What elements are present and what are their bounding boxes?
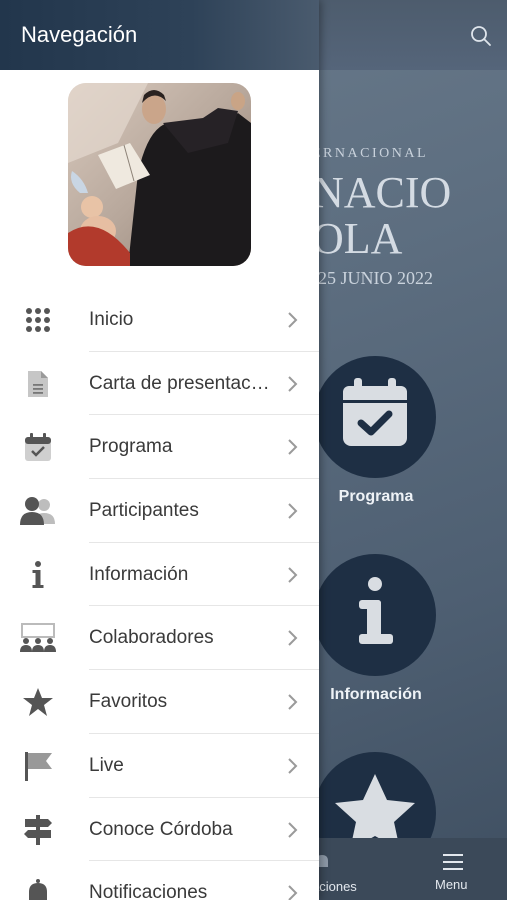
menu-icon[interactable] (442, 852, 464, 872)
drawer-menu: Inicio Carta de presentac… Programa Part… (0, 288, 319, 900)
document-icon (18, 366, 58, 402)
menu-item-conoce-cordoba[interactable]: Conoce Córdoba (0, 798, 319, 862)
tile-programa[interactable] (314, 356, 436, 478)
menu-item-colaboradores[interactable]: Colaboradores (0, 606, 319, 671)
drawer-header: Navegación (0, 0, 319, 70)
chevron-right-icon (288, 630, 298, 647)
chevron-right-icon (288, 758, 298, 774)
menu-item-label: Información (89, 563, 189, 585)
menu-item-carta-de-presentacion[interactable]: Carta de presentac… (0, 352, 319, 416)
flag-icon (18, 748, 58, 784)
event-banner-dates: -25 JUNIO 2022 (312, 268, 433, 288)
saint-portrait-image (68, 83, 251, 266)
navigation-drawer: Navegación Inicio Carta de presentac… Pr… (0, 0, 319, 900)
menu-item-label: Live (89, 754, 124, 776)
grid-icon (18, 302, 58, 338)
menu-item-label: Participantes (89, 500, 199, 522)
info-icon (18, 557, 58, 593)
menu-item-label: Conoce Córdoba (89, 818, 233, 840)
menu-item-label: Carta de presentac… (89, 372, 270, 394)
chevron-right-icon (288, 503, 298, 519)
chevron-right-icon (288, 439, 298, 456)
chevron-right-icon (288, 694, 298, 710)
menu-item-participantes[interactable]: Participantes (0, 479, 319, 543)
menu-item-label: Colaboradores (89, 627, 214, 649)
menu-item-favoritos[interactable]: Favoritos (0, 670, 319, 734)
menu-item-label: Notificaciones (89, 882, 208, 900)
event-title-part1: NACIO (312, 168, 452, 217)
group-presentation-icon (18, 620, 58, 656)
chevron-right-icon (288, 375, 298, 392)
tile-informacion-label: Información (330, 686, 422, 703)
chevron-right-icon (288, 821, 298, 838)
info-icon (359, 577, 393, 644)
menu-item-label: Favoritos (89, 691, 168, 713)
menu-item-programa[interactable]: Programa (0, 415, 319, 480)
chevron-right-icon (288, 885, 298, 900)
bell-icon (18, 875, 58, 900)
signpost-icon (18, 812, 58, 848)
event-title-part2: OLA (312, 214, 403, 263)
tile-programa-label: Programa (338, 488, 414, 505)
menu-item-label: Inicio (89, 309, 134, 330)
drawer-title: Navegación (21, 22, 138, 47)
calendar-check-icon (343, 378, 407, 446)
chevron-right-icon (288, 312, 298, 328)
event-banner-line1: ERNACIONAL (312, 146, 428, 161)
search-icon[interactable] (469, 24, 493, 48)
bottom-nav-menu-label[interactable]: Menu (435, 877, 468, 892)
menu-item-notificaciones[interactable]: Notificaciones (0, 861, 319, 900)
calendar-check-icon (18, 429, 58, 465)
menu-item-informacion[interactable]: Información (0, 543, 319, 607)
chevron-right-icon (288, 567, 298, 583)
event-banner-title: NACIO OLA (312, 170, 451, 262)
star-icon (18, 684, 58, 720)
tile-informacion[interactable] (314, 554, 436, 676)
menu-item-live[interactable]: Live (0, 734, 319, 798)
people-icon (18, 493, 58, 529)
menu-item-label: Programa (89, 436, 173, 458)
menu-item-inicio[interactable]: Inicio (0, 288, 319, 352)
